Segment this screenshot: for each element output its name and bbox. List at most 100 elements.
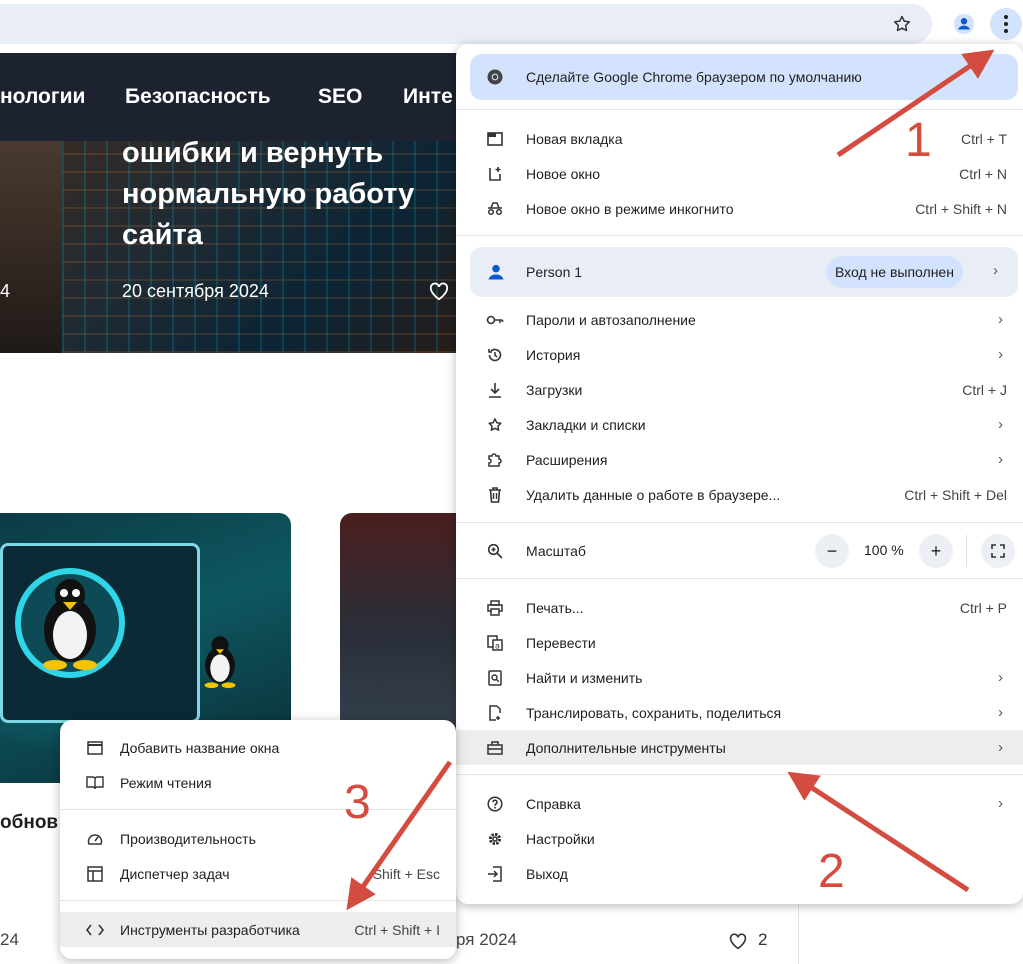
menu-item-print[interactable]: Печать... Ctrl + P: [456, 590, 1023, 625]
chevron-right-icon: ›: [998, 739, 1003, 756]
article-title-fragment[interactable]: обнов: [0, 812, 58, 834]
chevron-right-icon: ›: [998, 311, 1003, 328]
menu-item-help[interactable]: Справка ›: [456, 786, 1023, 821]
browser-toolbar: [0, 0, 1023, 48]
clear-data-shortcut: Ctrl + Shift + Del: [904, 486, 1007, 503]
print-shortcut: Ctrl + P: [959, 599, 1007, 616]
menu-item-translate[interactable]: a Перевести: [456, 625, 1023, 660]
downloads-label: Загрузки: [526, 381, 583, 398]
signin-status-badge[interactable]: Вход не выполнен: [826, 256, 963, 288]
hero-left-image: [0, 141, 62, 353]
key-icon: [486, 311, 504, 329]
separator: [60, 900, 456, 901]
zoom-out-button[interactable]: −: [815, 534, 849, 568]
likes-count: 2: [758, 930, 768, 949]
dev-tools-shortcut: Ctrl + Shift + I: [354, 921, 440, 938]
puzzle-icon: [486, 451, 504, 469]
performance-label: Производительность: [120, 830, 256, 847]
settings-label: Настройки: [526, 830, 595, 847]
menu-item-find[interactable]: Найти и изменить ›: [456, 660, 1023, 695]
incognito-label: Новое окно в режиме инкогнито: [526, 200, 734, 217]
separator: [60, 809, 456, 810]
menu-item-extensions[interactable]: Расширения ›: [456, 442, 1023, 477]
penguin-icon: [43, 579, 97, 670]
menu-item-cast[interactable]: Транслировать, сохранить, поделиться ›: [456, 695, 1023, 730]
kebab-menu-icon[interactable]: [990, 8, 1022, 40]
incognito-shortcut: Ctrl + Shift + N: [915, 200, 1007, 217]
find-label: Найти и изменить: [526, 669, 643, 686]
history-icon: [486, 346, 504, 364]
menu-item-settings[interactable]: Настройки: [456, 821, 1023, 856]
menu-item-bookmarks[interactable]: Закладки и списки ›: [456, 407, 1023, 442]
star-icon[interactable]: [886, 8, 918, 40]
promo-label: Сделайте Google Chrome браузером по умол…: [526, 69, 862, 85]
separator: [456, 578, 1023, 579]
annotation-step-3: 3: [344, 776, 371, 829]
bookmarks-label: Закладки и списки: [526, 416, 646, 433]
zoom-label: Масштаб: [526, 543, 586, 559]
article-date-fragment-right: ря 2024: [456, 930, 518, 949]
task-manager-label: Диспетчер задач: [120, 865, 230, 882]
find-page-icon: [486, 669, 504, 687]
menu-item-new-window[interactable]: Новое окно Ctrl + N: [456, 156, 1023, 191]
menu-item-clear-data[interactable]: Удалить данные о работе в браузере... Ct…: [456, 477, 1023, 512]
menu-item-downloads[interactable]: Загрузки Ctrl + J: [456, 372, 1023, 407]
person-icon[interactable]: [948, 8, 980, 40]
menu-item-history[interactable]: История ›: [456, 337, 1023, 372]
hero-article[interactable]: ошибки и вернуть нормальную работу сайта…: [0, 141, 470, 353]
hero-title[interactable]: ошибки и вернуть нормальную работу сайта: [122, 141, 442, 256]
chevron-right-icon: ›: [998, 346, 1003, 363]
chevron-right-icon: ›: [998, 704, 1003, 721]
save-share-icon: [486, 704, 504, 722]
printer-icon: [486, 599, 504, 617]
fullscreen-icon[interactable]: [981, 534, 1015, 568]
heart-icon[interactable]: [428, 281, 450, 301]
gear-icon: [486, 830, 504, 848]
zoom-value: 100 %: [864, 542, 904, 558]
separator: [456, 235, 1023, 236]
toolbox-icon: [486, 739, 504, 757]
address-bar[interactable]: [0, 4, 932, 44]
more-tools-submenu: Добавить название окна Режим чтения Прои…: [60, 720, 456, 959]
nav-item-internet[interactable]: Инте: [403, 85, 453, 109]
extensions-label: Расширения: [526, 451, 608, 468]
chrome-main-menu: Сделайте Google Chrome браузером по умол…: [456, 44, 1023, 904]
task-manager-shortcut: Shift + Esc: [372, 865, 440, 882]
submenu-item-name-window[interactable]: Добавить название окна: [60, 730, 456, 765]
submenu-item-reading-mode[interactable]: Режим чтения: [60, 765, 456, 800]
menu-item-exit[interactable]: Выход: [456, 856, 1023, 891]
hero-left-date-fragment: 4: [0, 281, 11, 301]
profile-row[interactable]: Person 1 Вход не выполнен ›: [470, 247, 1018, 297]
translate-label: Перевести: [526, 634, 596, 651]
zoom-in-button[interactable]: +: [919, 534, 953, 568]
heart-icon[interactable]: [728, 932, 748, 950]
nav-item-technologies[interactable]: нологии: [0, 85, 85, 109]
book-icon: [86, 774, 104, 792]
star-icon: [486, 416, 504, 434]
name-window-label: Добавить название окна: [120, 739, 280, 756]
cast-label: Транслировать, сохранить, поделиться: [526, 704, 782, 721]
nav-item-security[interactable]: Безопасность: [125, 85, 271, 109]
clear-data-label: Удалить данные о работе в браузере...: [526, 486, 781, 503]
default-browser-promo[interactable]: Сделайте Google Chrome браузером по умол…: [470, 54, 1018, 100]
new-window-shortcut: Ctrl + N: [959, 165, 1007, 182]
menu-item-passwords[interactable]: Пароли и автозаполнение ›: [456, 302, 1023, 337]
divider: [966, 535, 967, 567]
separator: [456, 522, 1023, 523]
translate-icon: a: [486, 634, 504, 652]
download-icon: [486, 381, 504, 399]
small-penguin-icon: [204, 636, 236, 689]
divider: [798, 903, 799, 964]
downloads-shortcut: Ctrl + J: [962, 381, 1007, 398]
new-window-label: Новое окно: [526, 165, 601, 182]
submenu-item-dev-tools[interactable]: Инструменты разработчика Ctrl + Shift + …: [60, 912, 456, 947]
nav-item-seo[interactable]: SEO: [318, 85, 362, 109]
menu-item-more-tools[interactable]: Дополнительные инструменты ›: [456, 730, 1023, 765]
trash-icon: [486, 486, 504, 504]
submenu-item-task-manager[interactable]: Диспетчер задач Shift + Esc: [60, 856, 456, 891]
menu-item-new-tab[interactable]: Новая вкладка Ctrl + T: [456, 121, 1023, 156]
chevron-right-icon: ›: [998, 795, 1003, 812]
menu-item-incognito[interactable]: Новое окно в режиме инкогнито Ctrl + Shi…: [456, 191, 1023, 226]
submenu-item-performance[interactable]: Производительность: [60, 821, 456, 856]
dev-tools-label: Инструменты разработчика: [120, 921, 300, 938]
